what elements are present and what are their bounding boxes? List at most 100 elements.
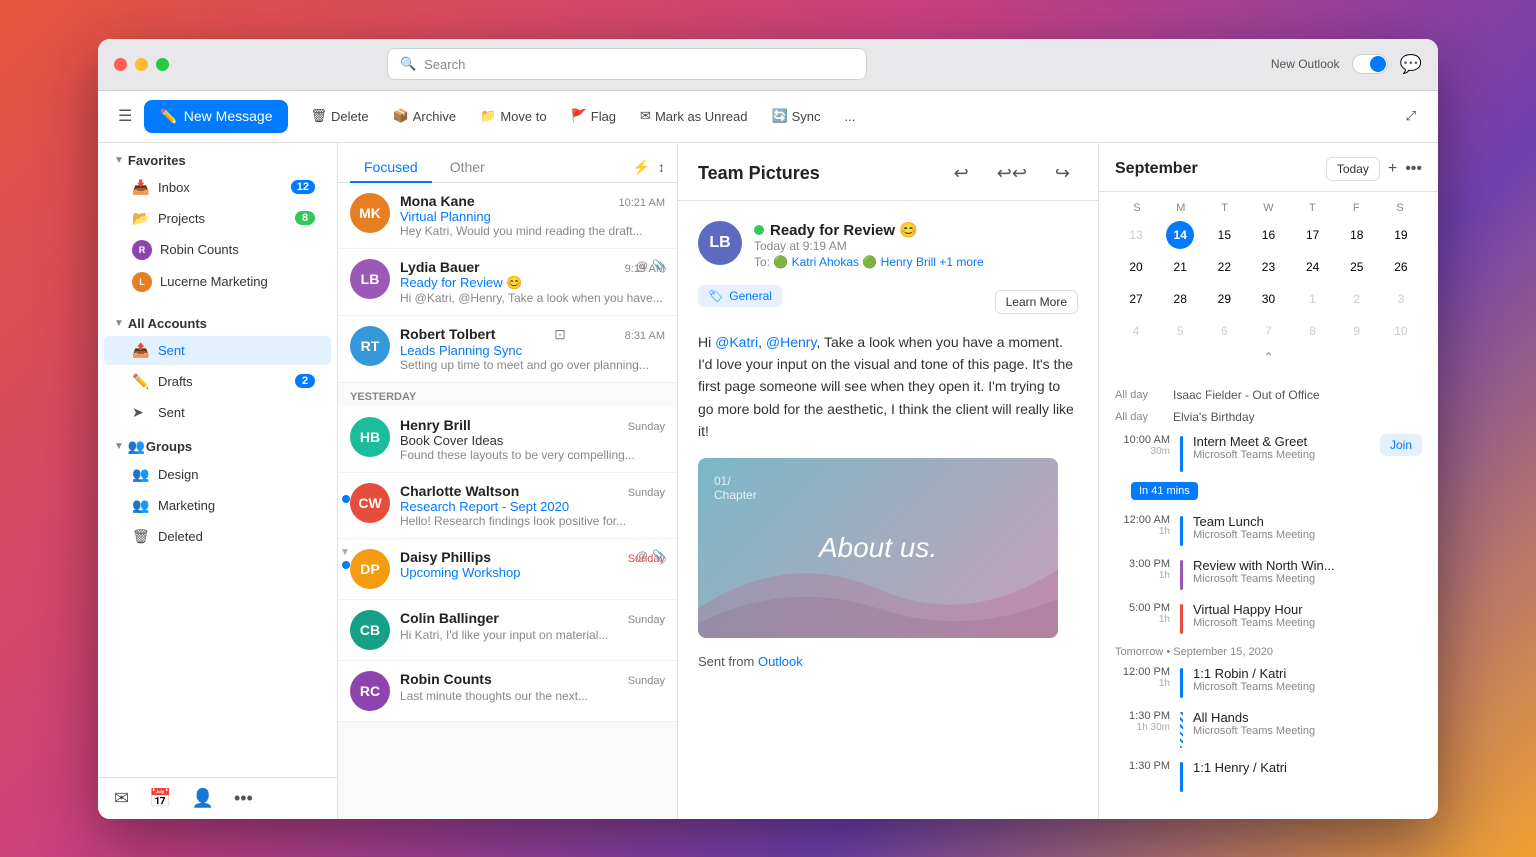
cal-day[interactable]: 13: [1122, 221, 1150, 249]
email-item[interactable]: CW Charlotte Waltson Sunday Research Rep…: [338, 473, 677, 539]
at-icon: @: [636, 549, 648, 563]
add-event-button[interactable]: +: [1388, 160, 1397, 178]
outlook-link[interactable]: Outlook: [758, 654, 803, 669]
cal-day[interactable]: 15: [1210, 221, 1238, 249]
mention-henry[interactable]: @Henry: [766, 334, 817, 350]
cal-day[interactable]: 2: [1343, 285, 1371, 313]
close-button[interactable]: [114, 58, 127, 71]
sidebar-item-sent[interactable]: 📤 Sent: [104, 336, 331, 365]
email-item[interactable]: MK Mona Kane 10:21 AM Virtual Planning H…: [338, 183, 677, 249]
cal-day[interactable]: 8: [1299, 317, 1327, 345]
reply-button[interactable]: ↩: [946, 159, 977, 188]
sidebar-item-design[interactable]: 👥 Design: [104, 460, 331, 489]
favorites-title: Favorites: [128, 153, 186, 168]
cal-day[interactable]: 17: [1299, 221, 1327, 249]
cal-day[interactable]: 20: [1122, 253, 1150, 281]
cal-day[interactable]: 22: [1210, 253, 1238, 281]
delete-button[interactable]: 🗑 Delete: [300, 102, 378, 130]
cal-day[interactable]: 6: [1210, 317, 1238, 345]
learn-more-button[interactable]: Learn More: [995, 290, 1078, 314]
today-button[interactable]: Today: [1326, 157, 1380, 181]
groups-title: Groups: [146, 439, 192, 454]
cal-day[interactable]: 1: [1299, 285, 1327, 313]
cal-day[interactable]: 30: [1254, 285, 1282, 313]
sidebar-item-sent-sub[interactable]: ➤ Sent: [104, 398, 331, 427]
email-item[interactable]: CB Colin Ballinger Sunday Hi Katri, I'd …: [338, 600, 677, 661]
expand-button[interactable]: ⤢: [1396, 102, 1426, 130]
sidebar-item-deleted[interactable]: 🗑 Deleted: [104, 522, 331, 551]
sync-button[interactable]: 🔄 Sync: [761, 102, 830, 130]
cal-day[interactable]: 21: [1166, 253, 1194, 281]
new-message-button[interactable]: ✏️ New Message: [144, 100, 288, 133]
all-accounts-section[interactable]: ▼ All Accounts: [98, 306, 337, 335]
cal-day[interactable]: 16: [1254, 221, 1282, 249]
groups-section[interactable]: ▼ 👥 Groups: [98, 428, 337, 459]
calendar-panel: September Today + ••• S M T W T F S 13 1…: [1098, 143, 1438, 819]
main-window: 🔍 Search New Outlook 💬 ☰ ✏️ New Message …: [98, 39, 1438, 819]
recipient-more: +1 more: [939, 255, 983, 269]
calendar-more-button[interactable]: •••: [1405, 160, 1422, 178]
cal-day[interactable]: 4: [1122, 317, 1150, 345]
email-item[interactable]: LB Lydia Bauer 9:19 AM Ready for Review …: [338, 249, 677, 316]
minimize-button[interactable]: [135, 58, 148, 71]
cal-day[interactable]: 23: [1254, 253, 1282, 281]
sidebar-item-drafts[interactable]: ✏️ Drafts 2: [104, 367, 331, 396]
sidebar-item-robin[interactable]: R Robin Counts: [104, 235, 331, 265]
event-bar: [1180, 604, 1183, 634]
cal-day[interactable]: 28: [1166, 285, 1194, 313]
email-item[interactable]: RT Robert Tolbert ⊡ 8:31 AM Leads Planni…: [338, 316, 677, 383]
email-item[interactable]: DP Daisy Phillips Sunday Upcoming Worksh…: [338, 539, 677, 600]
cal-day[interactable]: 29: [1210, 285, 1238, 313]
notification-icon[interactable]: 💬: [1400, 54, 1422, 75]
mark-unread-button[interactable]: ✉ Mark as Unread: [630, 102, 757, 130]
email-items: MK Mona Kane 10:21 AM Virtual Planning H…: [338, 183, 677, 819]
email-icons: @ 📎: [636, 549, 667, 563]
cal-day[interactable]: 24: [1299, 253, 1327, 281]
sort-button[interactable]: ↕: [658, 159, 665, 176]
reader-body: LB Ready for Review 😊 Today at 9:19 AM T…: [678, 201, 1098, 819]
new-outlook-toggle[interactable]: [1352, 54, 1388, 74]
cal-day-today[interactable]: 14: [1166, 221, 1194, 249]
cal-day[interactable]: 7: [1254, 317, 1282, 345]
more-button[interactable]: ...: [835, 103, 866, 130]
sidebar-item-projects[interactable]: 📂 Projects 8: [104, 204, 331, 233]
search-bar[interactable]: 🔍 Search: [387, 48, 867, 80]
recipient-1: 🟢 Katri Ahokas: [773, 255, 859, 269]
cal-day[interactable]: 19: [1387, 221, 1415, 249]
cal-day[interactable]: 3: [1387, 285, 1415, 313]
sidebar-item-inbox[interactable]: 📥 Inbox 12: [104, 173, 331, 202]
hamburger-button[interactable]: ☰: [110, 100, 140, 132]
favorites-section[interactable]: ▼ Favorites: [98, 143, 337, 172]
fullscreen-button[interactable]: [156, 58, 169, 71]
mention-katri[interactable]: @Katri: [715, 334, 758, 350]
cal-day[interactable]: 5: [1166, 317, 1194, 345]
mail-nav-icon[interactable]: ✉: [114, 788, 129, 809]
calendar-collapse-chevron[interactable]: ⌃: [1115, 346, 1422, 368]
cal-day[interactable]: 9: [1343, 317, 1371, 345]
sidebar-item-marketing[interactable]: 👥 Marketing: [104, 491, 331, 520]
cal-day[interactable]: 26: [1387, 253, 1415, 281]
flag-button[interactable]: 🚩 Flag: [561, 102, 626, 130]
email-tabs: Focused Other ⚡ ↕: [338, 143, 677, 183]
email-item[interactable]: RC Robin Counts Sunday Last minute thoug…: [338, 661, 677, 722]
move-to-button[interactable]: 📁 Move to: [470, 102, 556, 130]
sidebar-item-lucerne[interactable]: L Lucerne Marketing: [104, 267, 331, 297]
other-tab[interactable]: Other: [436, 153, 499, 183]
reply-all-button[interactable]: ↩↩: [989, 159, 1035, 188]
focused-tab[interactable]: Focused: [350, 153, 432, 183]
main-content: ▼ Favorites 📥 Inbox 12 📂 Projects 8 R Ro…: [98, 143, 1438, 819]
more-nav-icon[interactable]: •••: [234, 788, 253, 809]
join-button[interactable]: Join: [1380, 434, 1422, 456]
contacts-nav-icon[interactable]: 👤: [192, 788, 214, 809]
email-content: Robin Counts Sunday Last minute thoughts…: [400, 671, 665, 703]
forward-button[interactable]: ↪: [1047, 159, 1078, 188]
filter-button[interactable]: ⚡: [633, 159, 650, 176]
email-item[interactable]: HB Henry Brill Sunday Book Cover Ideas F…: [338, 407, 677, 473]
message-body: Hi @Katri, @Henry, Take a look when you …: [698, 331, 1078, 443]
cal-day[interactable]: 10: [1387, 317, 1415, 345]
cal-day[interactable]: 25: [1343, 253, 1371, 281]
archive-button[interactable]: 📦 Archive: [383, 102, 467, 130]
cal-day[interactable]: 18: [1343, 221, 1371, 249]
calendar-nav-icon[interactable]: 📅: [149, 788, 171, 809]
cal-day[interactable]: 27: [1122, 285, 1150, 313]
